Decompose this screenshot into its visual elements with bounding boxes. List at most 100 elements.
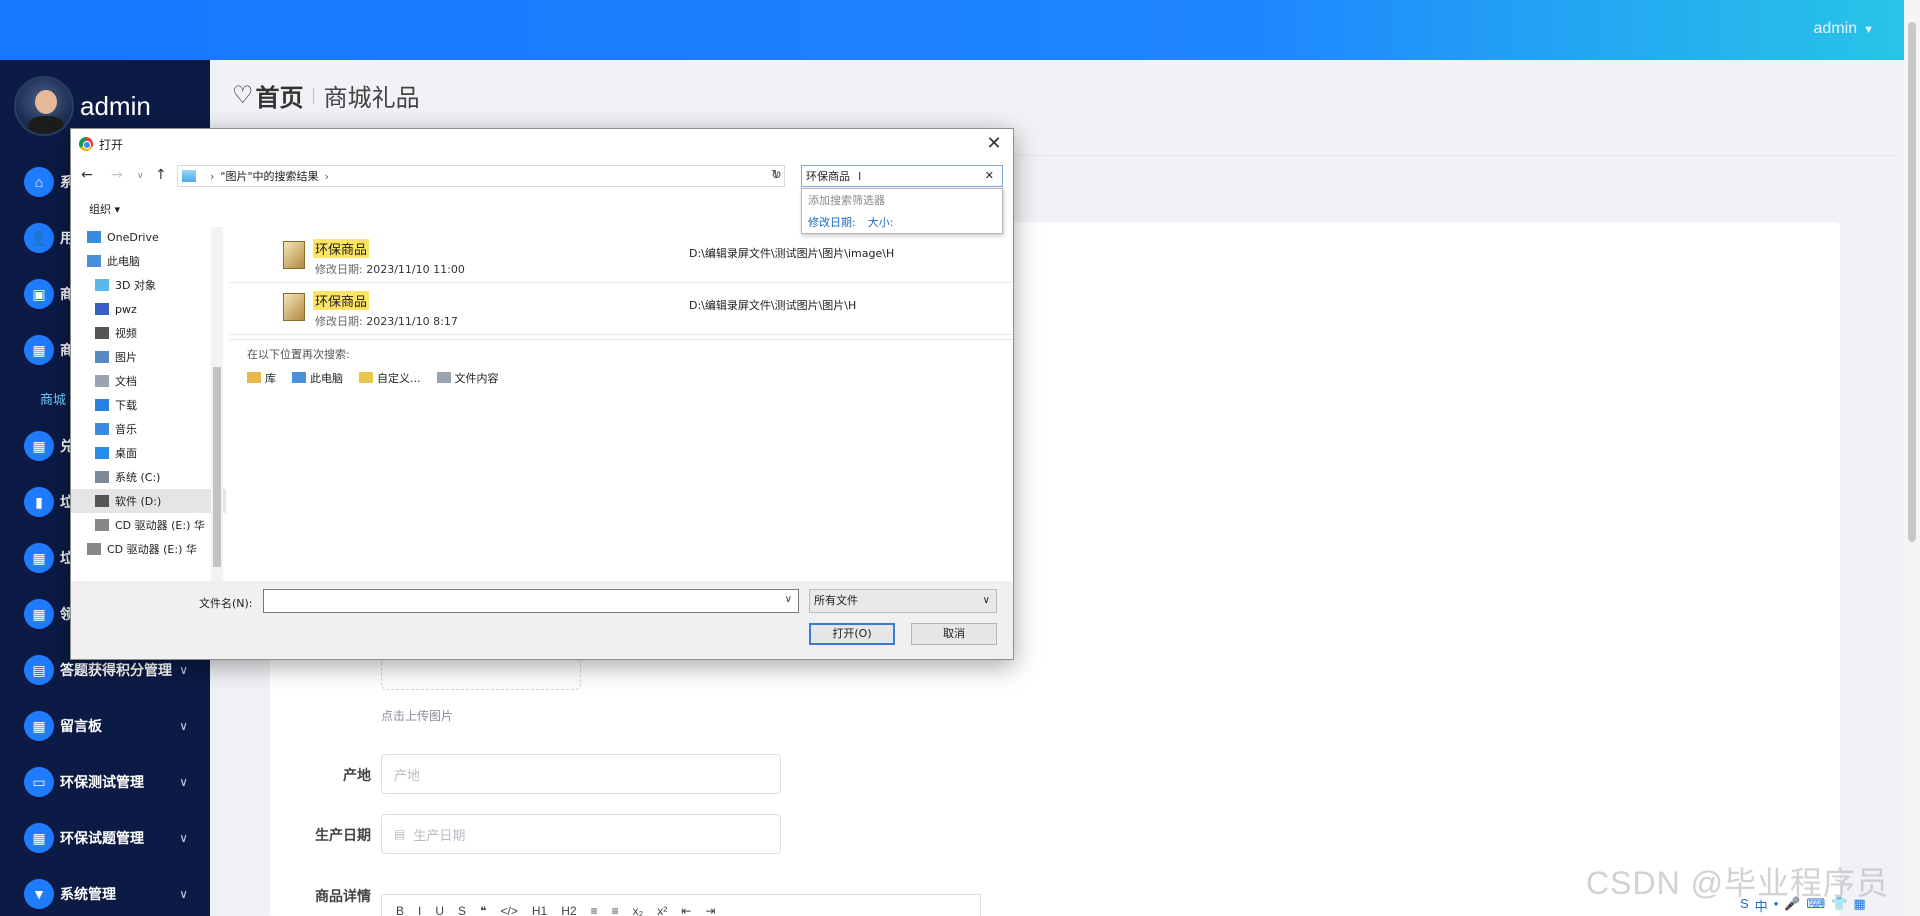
result-date-value: 2023/11/10 11:00 [366, 263, 465, 276]
search-input[interactable]: 环保商品 I ✕ [801, 165, 1003, 187]
tray-icon[interactable]: • [1774, 896, 1779, 915]
folder-icon [87, 255, 101, 267]
chevron-down-icon: ∨ [179, 719, 188, 733]
search-again-link[interactable]: 此电脑 [292, 370, 343, 386]
nav-item[interactable]: 3D 对象 [71, 273, 226, 297]
nav-item[interactable]: pwz [71, 297, 226, 321]
filter-size[interactable]: 大小: [868, 216, 894, 229]
editor-tool-button[interactable]: ≡ [612, 904, 619, 916]
editor-tool-button[interactable]: H1 [532, 904, 547, 916]
clipboard-icon: ▤ [24, 655, 54, 685]
nav-item[interactable]: 桌面 [71, 441, 226, 465]
nav-item[interactable]: CD 驱动器 (E:) 华 [71, 537, 226, 561]
upload-tip: 点击上传图片 [381, 709, 454, 723]
editor-tool-button[interactable]: ≡ [591, 904, 598, 916]
filter-date-modified[interactable]: 修改日期: [808, 216, 856, 229]
nav-item-label: CD 驱动器 (E:) 华 [107, 543, 197, 556]
forward-arrow-icon[interactable]: → [111, 167, 123, 183]
back-arrow-icon[interactable]: ← [81, 167, 93, 183]
breadcrumb-chevron-icon: › [210, 169, 215, 183]
user-menu[interactable]: admin ▼ [1814, 20, 1874, 38]
nav-item-label: 图片 [115, 351, 137, 364]
editor-tool-button[interactable]: I [418, 904, 421, 916]
nav-item[interactable]: 音乐 [71, 417, 226, 441]
tray-icon[interactable]: ⌨ [1806, 896, 1825, 915]
organize-button[interactable]: 组织 ▾ [89, 201, 120, 217]
up-arrow-icon[interactable]: ↑ [155, 167, 167, 183]
location-icon [359, 372, 373, 383]
editor-tool-button[interactable]: x₂ [633, 904, 644, 916]
navigation-scrollbar[interactable] [211, 227, 223, 581]
nav-item-label: pwz [115, 302, 137, 316]
page-scrollbar[interactable] [1904, 0, 1920, 916]
nav-item[interactable]: 软件 (D:) [71, 489, 226, 513]
editor-tool-button[interactable]: S [458, 904, 466, 916]
search-again-link[interactable]: 文件内容 [436, 370, 499, 386]
sidebar-item[interactable]: ▦ 留言板 ∨ [0, 698, 210, 754]
editor-tool-button[interactable]: U [435, 904, 444, 916]
grid-icon: ▦ [24, 711, 54, 741]
tray-icon[interactable]: S [1740, 896, 1749, 915]
origin-input[interactable]: 产地 [381, 754, 781, 794]
open-button[interactable]: 打开(O) [809, 623, 895, 645]
grid-icon: ▦ [24, 543, 54, 573]
sidebar-item-label: 环保试题管理 [60, 830, 144, 846]
tray-icon[interactable]: 👕 [1831, 896, 1847, 915]
result-row[interactable]: 环保商品 修改日期: 2023/11/10 8:17 D:\编辑录屏文件\测试图片\… [229, 285, 1013, 335]
navigation-scrollbar-thumb[interactable] [213, 367, 221, 567]
folder-icon [95, 447, 109, 459]
editor-tool-button[interactable]: ⇤ [681, 904, 691, 916]
search-again-link[interactable]: 库 [247, 370, 276, 386]
filetype-select[interactable]: 所有文件 ∨ [809, 589, 997, 613]
chevron-down-icon[interactable]: ∨ [785, 594, 792, 605]
nav-item-label: 此电脑 [107, 255, 140, 268]
production-date-input[interactable]: ▤ 生产日期 [381, 814, 781, 854]
editor-tool-button[interactable]: ❝ [480, 904, 486, 916]
nav-item[interactable]: 文档 [71, 369, 226, 393]
nav-item[interactable]: 此电脑 [71, 249, 226, 273]
result-row[interactable]: 环保商品 修改日期: 2023/11/10 11:00 D:\编辑录屏文件\测试图片… [229, 233, 1013, 283]
close-button[interactable]: ✕ [983, 133, 1005, 154]
search-suggestions: 添加搜索筛选器 修改日期: 大小: [801, 188, 1003, 234]
recent-chevron-icon[interactable]: ∨ [137, 171, 144, 181]
nav-item[interactable]: 视频 [71, 321, 226, 345]
filename-input[interactable]: ∨ [263, 589, 799, 613]
ime-tray: S 中 • 🎤 ⌨ 👕 ▦ [1740, 896, 1866, 915]
editor-tool-button[interactable]: x² [657, 904, 667, 916]
address-bar[interactable]: › "图片"中的搜索结果 › ∨ [177, 165, 785, 187]
editor-tool-button[interactable]: ⇥ [705, 904, 715, 916]
nav-item[interactable]: 图片 [71, 345, 226, 369]
editor-tool-button[interactable]: B [396, 904, 404, 916]
nav-item[interactable]: 系统 (C:) [71, 465, 226, 489]
address-crumb[interactable]: "图片"中的搜索结果 [220, 168, 318, 184]
editor-tool-button[interactable]: </> [501, 904, 518, 916]
nav-item[interactable]: CD 驱动器 (E:) 华 [71, 513, 226, 537]
dialog-titlebar: 打开 [71, 129, 1013, 159]
tray-icon[interactable]: 中 [1755, 896, 1768, 915]
search-again-link[interactable]: 自定义... [359, 370, 421, 386]
origin-placeholder: 产地 [394, 767, 421, 783]
cancel-button[interactable]: 取消 [911, 623, 997, 645]
nav-item-label: 3D 对象 [115, 279, 156, 292]
sidebar-item[interactable]: ▼ 系统管理 ∨ [0, 866, 210, 916]
result-name: 环保商品 [313, 291, 370, 310]
breadcrumb-home[interactable]: 首页 [256, 78, 304, 113]
search-again-section: 在以下位置再次搜索: 库 此电脑 自定义... 文件内容 [229, 339, 1013, 581]
chevron-down-icon: ∨ [179, 775, 188, 789]
location-icon [247, 372, 261, 383]
search-again-link-label: 库 [265, 372, 276, 385]
tray-icon[interactable]: 🎤 [1784, 896, 1800, 915]
nav-item[interactable]: OneDrive [71, 225, 226, 249]
refresh-icon[interactable]: ↻ [771, 168, 782, 183]
nav-item[interactable]: 下载 [71, 393, 226, 417]
sidebar-item-label: 答题获得积分管理 [60, 662, 172, 678]
product-detail-label: 商品详情 [315, 888, 371, 904]
page-scrollbar-thumb[interactable] [1908, 22, 1916, 542]
sidebar-item[interactable]: ▦ 环保试题管理 ∨ [0, 810, 210, 866]
clear-search-icon[interactable]: ✕ [985, 169, 994, 182]
tray-icon[interactable]: ▦ [1853, 896, 1865, 915]
search-results: 环保商品 修改日期: 2023/11/10 11:00 D:\编辑录屏文件\测试图片… [229, 225, 1013, 581]
monitor-icon: ▭ [24, 767, 54, 797]
sidebar-item[interactable]: ▭ 环保测试管理 ∨ [0, 754, 210, 810]
editor-tool-button[interactable]: H2 [561, 904, 576, 916]
